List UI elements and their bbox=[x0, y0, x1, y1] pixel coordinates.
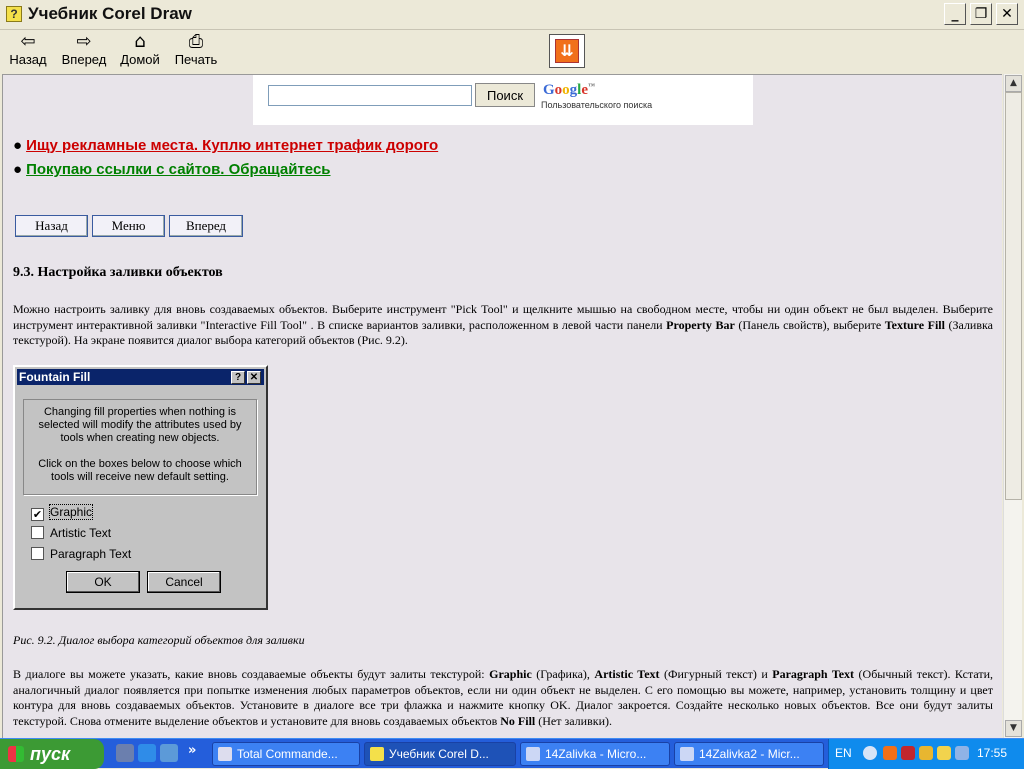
system-tray: EN 17:55 bbox=[828, 739, 1024, 769]
nav-forward-button[interactable]: Вперед bbox=[169, 215, 243, 237]
maximize-button[interactable]: ❐ bbox=[970, 3, 992, 25]
forward-label: Вперед bbox=[61, 52, 107, 67]
printer-icon: ⎙ bbox=[188, 31, 204, 52]
print-button[interactable]: ⎙ Печать bbox=[170, 31, 222, 68]
task-word-14zalivka2[interactable]: 14Zalivka2 - Micr... bbox=[674, 742, 824, 766]
task-total-commander[interactable]: Total Commande... bbox=[212, 742, 360, 766]
graphic-checkbox: ✔ Graphic bbox=[31, 504, 94, 521]
tray-arrow-icon[interactable] bbox=[863, 746, 877, 760]
shield-icon[interactable] bbox=[901, 746, 915, 760]
task-corel-tutorial[interactable]: Учебник Corel D... bbox=[364, 742, 516, 766]
clock: 17:55 bbox=[977, 746, 1008, 760]
back-label: Назад bbox=[9, 52, 47, 67]
back-button[interactable]: ⇦ Назад bbox=[6, 31, 50, 68]
help-window: ? Учебник Corel Draw _ ❐ ✕ ⇦ Назад ⇨ Впе… bbox=[0, 0, 1024, 738]
volume-tray-icon[interactable] bbox=[955, 746, 969, 760]
window-title: Учебник Corel Draw bbox=[28, 4, 192, 23]
double-chevron-down-icon: ⇊ bbox=[555, 39, 579, 63]
help-toolbar: ⇦ Назад ⇨ Вперед ⌂ Домой ⎙ Печать bbox=[0, 30, 1024, 72]
home-button[interactable]: ⌂ Домой bbox=[117, 31, 163, 68]
google-logo: Google™ bbox=[543, 82, 596, 98]
fountain-fill-dialog-image: Fountain Fill ? ✕ Changing fill properti… bbox=[13, 365, 268, 610]
figure-caption: Рис. 9.2. Диалог выбора категорий объект… bbox=[13, 633, 305, 647]
section-heading: 9.3. Настройка заливки объектов bbox=[13, 265, 223, 280]
internet-explorer-icon[interactable] bbox=[138, 744, 156, 762]
taskbar: пуск » Total Commande... Учебник Corel D… bbox=[0, 738, 1024, 769]
word-document-icon bbox=[526, 747, 540, 761]
word-document-icon bbox=[680, 747, 694, 761]
search-button[interactable]: Поиск bbox=[475, 83, 535, 107]
start-button[interactable]: пуск bbox=[0, 739, 104, 769]
forward-arrow-icon: ⇨ bbox=[76, 31, 92, 52]
security-tray-icon[interactable] bbox=[937, 746, 951, 760]
vertical-scrollbar[interactable]: ▲ ▼ bbox=[1003, 74, 1022, 738]
show-desktop-icon[interactable] bbox=[116, 744, 134, 762]
task-word-14zalivka[interactable]: 14Zalivka - Micro... bbox=[520, 742, 670, 766]
ad-link-1[interactable]: ● Ищу рекламные места. Куплю интернет тра… bbox=[13, 137, 438, 154]
dialog-message-group: Changing fill properties when nothing is… bbox=[23, 399, 257, 495]
content-pane: Поиск Google™ Пользовательского поиска ●… bbox=[2, 74, 1002, 738]
minimize-button[interactable]: _ bbox=[944, 3, 966, 25]
google-subtitle: Пользовательского поиска bbox=[541, 100, 653, 110]
paragraph-1: Можно настроить заливку для вновь создав… bbox=[13, 302, 993, 347]
close-button[interactable]: ✕ bbox=[996, 3, 1018, 25]
paragraph-text-checkbox: Paragraph Text bbox=[31, 547, 131, 561]
download-widget[interactable]: ⇊ bbox=[549, 34, 585, 68]
windows-flag-icon bbox=[8, 746, 24, 762]
paragraph-2: В диалоге вы можете указать, какие вновь… bbox=[13, 667, 994, 728]
outlook-express-icon[interactable] bbox=[160, 744, 178, 762]
scroll-thumb[interactable] bbox=[1005, 92, 1022, 500]
quicklaunch-more-icon[interactable]: » bbox=[188, 743, 196, 758]
dialog-ok-button: OK bbox=[66, 571, 140, 593]
scroll-up-arrow-icon[interactable]: ▲ bbox=[1005, 75, 1022, 92]
print-label: Печать bbox=[174, 52, 218, 67]
download-tray-icon[interactable] bbox=[883, 746, 897, 760]
dialog-message-2: Click on the boxes below to choose which… bbox=[38, 458, 242, 483]
close-icon: ✕ bbox=[247, 371, 261, 384]
dialog-message-1: Changing fill properties when nothing is… bbox=[38, 406, 242, 444]
checkmark-icon: ✔ bbox=[31, 508, 44, 521]
nav-menu-button[interactable]: Меню bbox=[92, 215, 165, 237]
title-bar[interactable]: ? Учебник Corel Draw _ ❐ ✕ bbox=[0, 0, 1024, 30]
help-icon bbox=[370, 747, 384, 761]
back-arrow-icon: ⇦ bbox=[20, 31, 36, 52]
home-icon: ⌂ bbox=[134, 31, 146, 52]
google-search-box: Поиск Google™ Пользовательского поиска bbox=[253, 75, 753, 125]
search-input[interactable] bbox=[268, 85, 472, 106]
artistic-text-checkbox: Artistic Text bbox=[31, 526, 111, 540]
scroll-down-arrow-icon[interactable]: ▼ bbox=[1005, 720, 1022, 737]
ad-link-2[interactable]: ● Покупаю ссылки с сайтов. Обращайтесь bbox=[13, 161, 331, 178]
help-icon: ? bbox=[231, 371, 245, 384]
dialog-cancel-button: Cancel bbox=[147, 571, 221, 593]
home-label: Домой bbox=[120, 52, 160, 67]
total-commander-icon bbox=[218, 747, 232, 761]
forward-button[interactable]: ⇨ Вперед bbox=[57, 31, 111, 68]
dialog-title: Fountain Fill ? ✕ bbox=[17, 369, 264, 385]
network-tray-icon[interactable] bbox=[919, 746, 933, 760]
language-indicator[interactable]: EN bbox=[835, 746, 852, 760]
nav-back-button[interactable]: Назад bbox=[15, 215, 88, 237]
help-app-icon: ? bbox=[6, 6, 22, 22]
